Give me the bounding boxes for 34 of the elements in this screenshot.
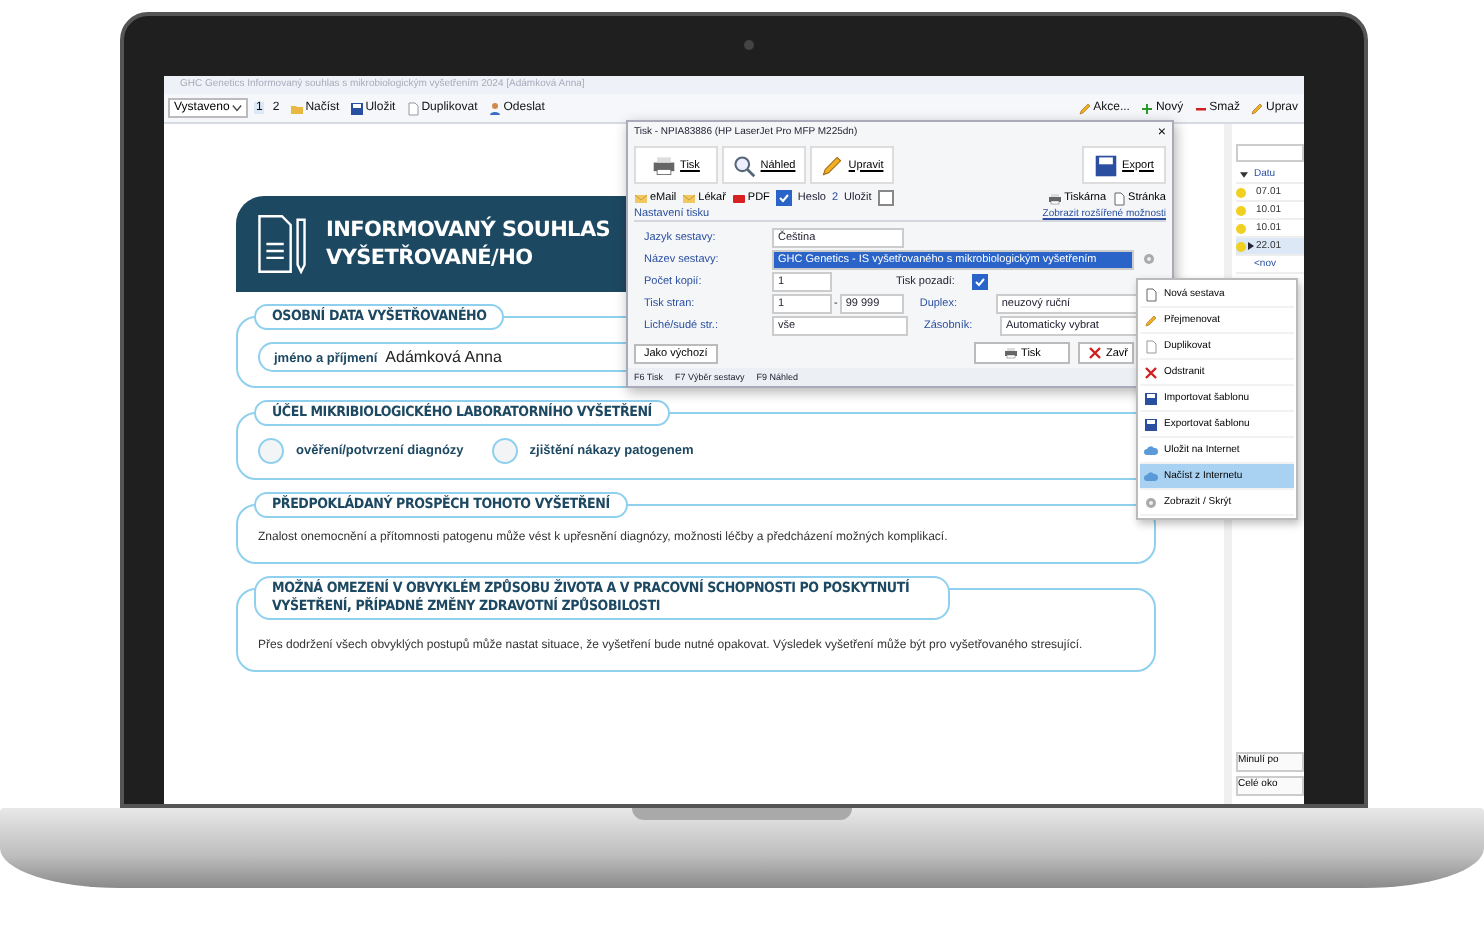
page-icon bbox=[1144, 287, 1158, 301]
sort-icon bbox=[1240, 171, 1248, 177]
envelope-icon bbox=[634, 191, 648, 205]
folder-icon bbox=[289, 101, 304, 115]
printer-icon bbox=[652, 153, 677, 177]
pencil-icon bbox=[1144, 313, 1158, 327]
gear-icon bbox=[1144, 495, 1158, 509]
document-icon bbox=[1144, 339, 1158, 353]
pencil-icon bbox=[1249, 101, 1264, 115]
cross-icon bbox=[1088, 346, 1102, 360]
pencil-icon bbox=[1077, 101, 1092, 115]
magnifier-icon bbox=[732, 153, 757, 177]
document-icon bbox=[405, 101, 420, 115]
envelope-icon bbox=[682, 191, 697, 205]
cross-icon bbox=[1144, 365, 1158, 379]
radio-button[interactable] bbox=[258, 438, 284, 464]
page-icon bbox=[1112, 191, 1127, 205]
person-icon bbox=[487, 101, 502, 115]
form-title: VYŠETŘOVANÉ/HO bbox=[326, 244, 535, 272]
printer-icon bbox=[1048, 191, 1063, 205]
background-checkbox[interactable] bbox=[972, 273, 988, 289]
pdf-icon bbox=[731, 191, 746, 205]
printer-icon bbox=[1003, 346, 1018, 360]
gear-icon bbox=[1142, 252, 1156, 266]
pencil-icon bbox=[820, 153, 845, 177]
filter-field[interactable] bbox=[1236, 144, 1304, 162]
plus-icon bbox=[1139, 101, 1154, 115]
camera-icon bbox=[744, 40, 754, 50]
dropdown-caret-icon bbox=[232, 104, 242, 112]
form-title: INFORMOVANÝ SOUHLAS bbox=[326, 216, 611, 244]
consent-document-icon bbox=[256, 212, 308, 276]
password-checkbox[interactable] bbox=[775, 190, 792, 206]
radio-button[interactable] bbox=[491, 438, 518, 464]
save-checkbox[interactable] bbox=[877, 190, 894, 206]
